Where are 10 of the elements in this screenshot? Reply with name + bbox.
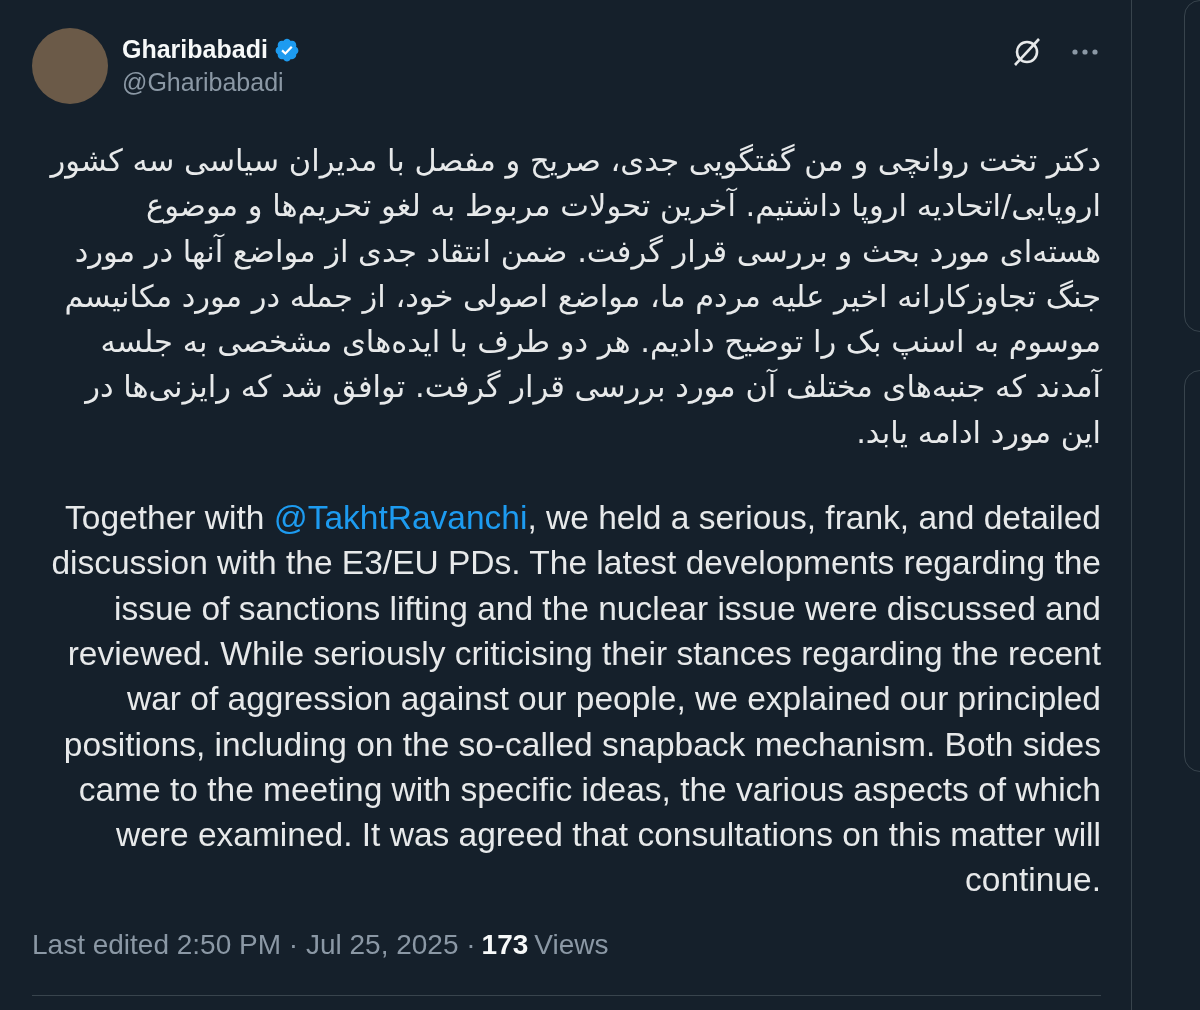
author-name[interactable]: Gharibabadi <box>122 35 268 64</box>
edited-timestamp[interactable]: Last edited 2:50 PM · Jul 25, 2025 · <box>32 928 476 961</box>
author-handle[interactable]: @Gharibabadi <box>122 68 997 97</box>
more-options-icon[interactable] <box>1071 48 1099 56</box>
slashed-circle-icon[interactable] <box>1011 36 1043 68</box>
post-text-english: Together with @TakhtRavanchi, we held a serious, frank, and detailed discussion with the E3/EU PDs. The latest developments regarding the issue of sanctions lifting and the nuclear issue were discussed and reviewed. While seriously criticising their stances regarding the recent war of aggression against our people, we explained our principled positions, including on the so-called snapback mechanism. Both sides came to the meeting with specific ideas, the various aspects of which were examined. It was agreed that consultations on this matter will continue. <box>50 498 1101 901</box>
mention-link[interactable]: @TakhtRavanchi <box>273 499 528 537</box>
views-label: Views <box>534 928 609 961</box>
views-count: 173 <box>481 928 529 961</box>
post-text-persian: دکتر تخت روانچی و من گفتگویی جدی، صریح و مفصل با مدیران سیاسی سه کشور اروپایی/اتحادیه اروپا داشتیم. آخرین تحولات مربوط به لغو تحریم‌ها و موضوع هسته‌ای مورد بحث و بررسی قرار گرفت. ضمن انتقاد جدی از مواضع آنها در مورد جنگ تجاوزکارانه اخیر علیه مردم ما، مواضع اصولی خود، از جمله در مورد مکانیسم موسوم به اسنپ بک را توضیح دادیم. هر دو طرف با ایده‌های مشخصی به جلسه آمدند که جنبه‌های مختلف آن مورد بررسی قرار گرفت. توافق شد که رایزنی‌ها در این مورد ادامه یابد. <box>48 142 1101 453</box>
